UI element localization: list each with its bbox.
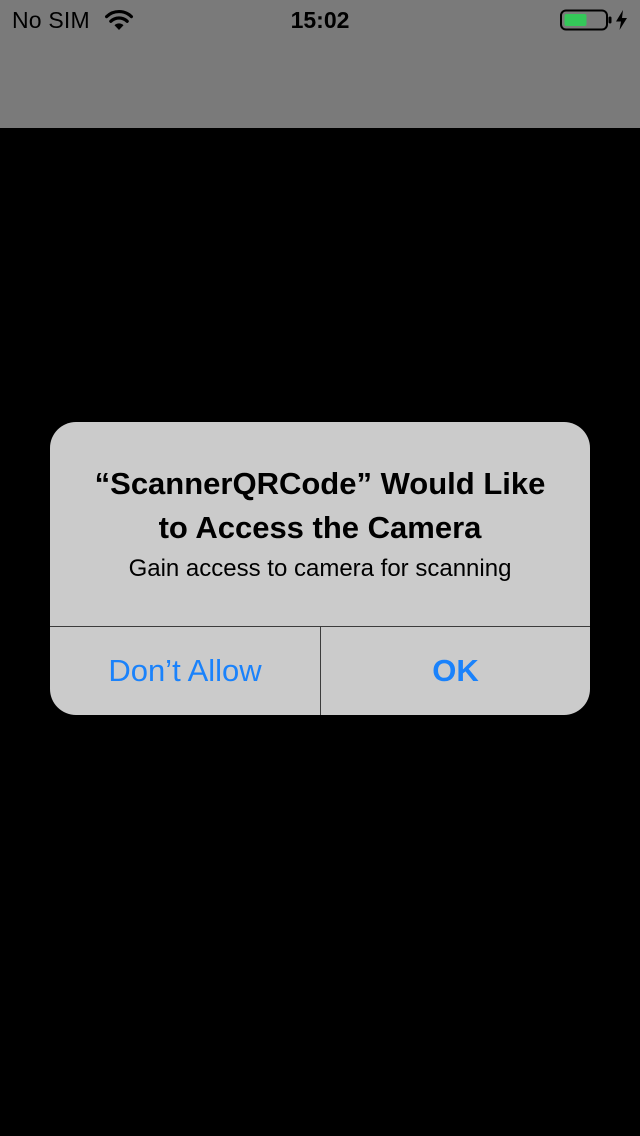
alert-message: Gain access to camera for scanning <box>128 555 512 582</box>
status-bar: No SIM 15:02 <box>0 0 640 40</box>
dont-allow-button[interactable]: Don’t Allow <box>50 627 320 715</box>
camera-permission-alert: “ScannerQRCode” Would Like to Access the… <box>50 422 590 715</box>
top-bar: No SIM 15:02 <box>0 0 640 128</box>
alert-title: “ScannerQRCode” Would Like to Access the… <box>94 466 546 545</box>
battery-charging-icon <box>560 9 634 31</box>
status-time: 15:02 <box>290 7 350 33</box>
ok-button[interactable]: OK <box>321 627 590 715</box>
screen: No SIM 15:02 “ScannerQRCode” Would Like … <box>0 0 640 1136</box>
